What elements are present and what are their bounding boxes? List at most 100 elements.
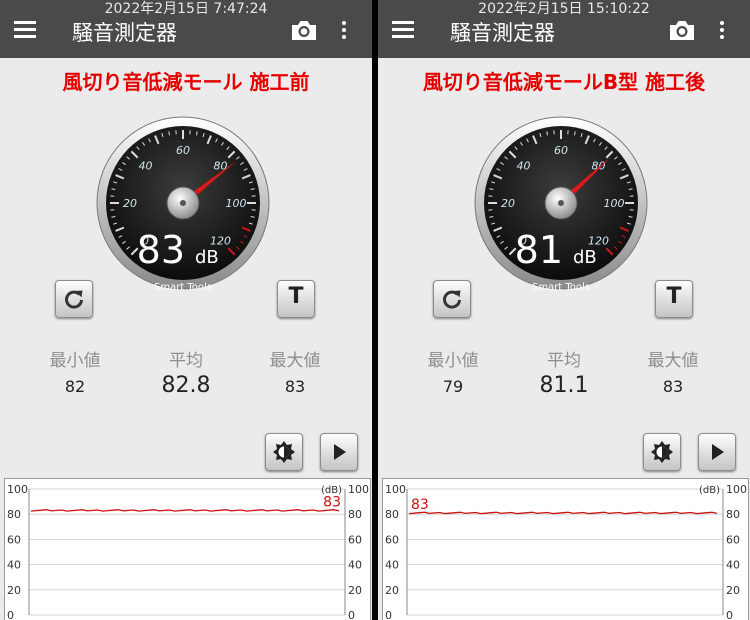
comparison-caption: 風切り音低減モールB型 施工後 bbox=[422, 70, 706, 94]
graph-y-tick-left: 100 bbox=[7, 483, 28, 496]
refresh-icon bbox=[443, 290, 461, 309]
gauge-unit: dB bbox=[573, 247, 597, 268]
graph-y-tick-right: 80 bbox=[726, 508, 740, 521]
t-button[interactable]: T bbox=[277, 280, 315, 318]
gauge-tick-label: 20 bbox=[123, 197, 137, 210]
graph-y-tick-left: 80 bbox=[385, 508, 399, 521]
graph-current-label: 83 bbox=[323, 494, 341, 510]
camera-icon[interactable] bbox=[668, 19, 696, 45]
gauge-tick-label: 60 bbox=[176, 144, 190, 157]
gauge-hub-pin bbox=[180, 200, 186, 206]
gauge-reading: 81 bbox=[515, 228, 563, 272]
gauge-tick-label: 40 bbox=[517, 160, 531, 173]
min-label: 最小値 bbox=[427, 351, 479, 371]
brightness-button[interactable] bbox=[265, 433, 303, 471]
t-button[interactable]: T bbox=[655, 280, 693, 318]
min-value: 82 bbox=[64, 377, 86, 396]
status-time: 2022年2月15日 7:47:24 bbox=[104, 1, 268, 17]
graph-level-line bbox=[30, 509, 340, 512]
min-value: 79 bbox=[442, 377, 464, 396]
brightness-button[interactable] bbox=[643, 433, 681, 471]
graph-y-tick-right: 60 bbox=[726, 533, 740, 546]
gauge-tick-label: 100 bbox=[604, 197, 625, 210]
graph-y-tick-right: 40 bbox=[726, 559, 740, 572]
gauge-hub-pin bbox=[558, 200, 564, 206]
avg-label: 平均 bbox=[547, 351, 581, 371]
max-label: 最大値 bbox=[269, 351, 321, 371]
reset-button[interactable] bbox=[55, 280, 93, 318]
gauge-tick-label: 80 bbox=[213, 160, 227, 173]
play-button[interactable] bbox=[698, 433, 736, 471]
avg-value: 81.1 bbox=[539, 373, 589, 398]
max-value: 83 bbox=[284, 377, 306, 396]
graph-y-tick-right: 20 bbox=[726, 584, 740, 597]
graph-y-tick-right: 80 bbox=[348, 508, 362, 521]
graph-y-tick-left: 100 bbox=[385, 483, 406, 496]
min-label: 最小値 bbox=[49, 351, 101, 371]
app-bar: 2022年2月15日 7:47:24 騒音測定器 bbox=[0, 0, 372, 58]
avg-label: 平均 bbox=[169, 351, 203, 371]
graph-unit-label: (dB) bbox=[699, 485, 720, 496]
graph-y-tick-right: 60 bbox=[348, 533, 362, 546]
graph-y-tick-right: 20 bbox=[348, 584, 362, 597]
graph-y-tick-right: 100 bbox=[348, 483, 369, 496]
max-stat: 最大値 83 bbox=[240, 346, 350, 396]
graph-y-tick-left: 60 bbox=[385, 533, 399, 546]
play-icon bbox=[712, 444, 724, 460]
t-button-label: T bbox=[288, 284, 304, 309]
menu-icon[interactable] bbox=[392, 21, 414, 39]
app-title: 騒音測定器 bbox=[450, 21, 555, 45]
menu-icon[interactable] bbox=[14, 21, 36, 39]
graph-y-tick-left: 20 bbox=[7, 584, 21, 597]
more-vert-icon[interactable] bbox=[341, 21, 347, 41]
refresh-icon bbox=[65, 290, 83, 309]
graph-y-tick-left: 0 bbox=[385, 609, 392, 620]
gauge-tick-label: 120 bbox=[210, 234, 231, 247]
graph-y-tick-left: 40 bbox=[7, 559, 21, 572]
level-history-graph: 100 100 80 80 60 60 40 40 20 20 0 0 (dB) 83 bbox=[4, 478, 371, 620]
graph-y-tick-right: 40 bbox=[348, 559, 362, 572]
min-stat: 最小値 79 bbox=[398, 346, 508, 396]
graph-y-tick-left: 60 bbox=[7, 533, 21, 546]
right-meter-screen: 2022年2月15日 15:10:22 騒音測定器 風切り音低減モールB型 施工… bbox=[378, 0, 750, 620]
gauge-tick-label: 20 bbox=[501, 197, 515, 210]
gauge-tick-label: 120 bbox=[588, 234, 609, 247]
play-button[interactable] bbox=[320, 433, 358, 471]
gauge-tick-label: 100 bbox=[226, 197, 247, 210]
sound-level-gauge: 0 20 40 60 80 100 120 81 dB Smart Tools bbox=[453, 105, 669, 294]
max-label: 最大値 bbox=[647, 351, 699, 371]
graph-y-tick-right: 0 bbox=[348, 609, 355, 620]
app-bar: 2022年2月15日 15:10:22 騒音測定器 bbox=[378, 0, 750, 58]
brightness-icon bbox=[273, 441, 295, 463]
gauge-tick-label: 40 bbox=[139, 160, 153, 173]
graph-y-tick-left: 20 bbox=[385, 584, 399, 597]
gauge-brand: Smart Tools bbox=[154, 282, 212, 290]
max-value: 83 bbox=[662, 377, 684, 396]
min-stat: 最小値 82 bbox=[20, 346, 130, 396]
reset-button[interactable] bbox=[433, 280, 471, 318]
camera-icon[interactable] bbox=[290, 19, 318, 45]
comparison-caption: 風切り音低減モール 施工前 bbox=[62, 70, 310, 94]
gauge-tick-label: 60 bbox=[554, 144, 568, 157]
graph-y-tick-left: 40 bbox=[385, 559, 399, 572]
avg-stat: 平均 82.8 bbox=[131, 346, 241, 398]
graph-y-tick-left: 0 bbox=[7, 609, 14, 620]
left-meter-screen: 2022年2月15日 7:47:24 騒音測定器 風切り音低減モール 施工前 0… bbox=[0, 0, 372, 620]
avg-stat: 平均 81.1 bbox=[509, 346, 619, 398]
graph-current-label: 83 bbox=[411, 497, 429, 513]
graph-y-tick-right: 0 bbox=[726, 609, 733, 620]
gauge-tick-label: 80 bbox=[591, 160, 605, 173]
graph-y-tick-left: 80 bbox=[7, 508, 21, 521]
t-button-label: T bbox=[666, 284, 682, 309]
graph-level-line bbox=[408, 511, 718, 515]
avg-value: 82.8 bbox=[161, 373, 211, 398]
graph-y-tick-right: 100 bbox=[726, 483, 747, 496]
play-icon bbox=[334, 444, 346, 460]
gauge-unit: dB bbox=[195, 247, 219, 268]
more-vert-icon[interactable] bbox=[719, 21, 725, 41]
sound-level-gauge: 0 20 40 60 80 100 120 83 dB Smart Tools bbox=[75, 105, 291, 294]
app-title: 騒音測定器 bbox=[72, 21, 177, 45]
max-stat: 最大値 83 bbox=[618, 346, 728, 396]
gauge-reading: 83 bbox=[137, 228, 185, 272]
status-time: 2022年2月15日 15:10:22 bbox=[478, 1, 650, 17]
